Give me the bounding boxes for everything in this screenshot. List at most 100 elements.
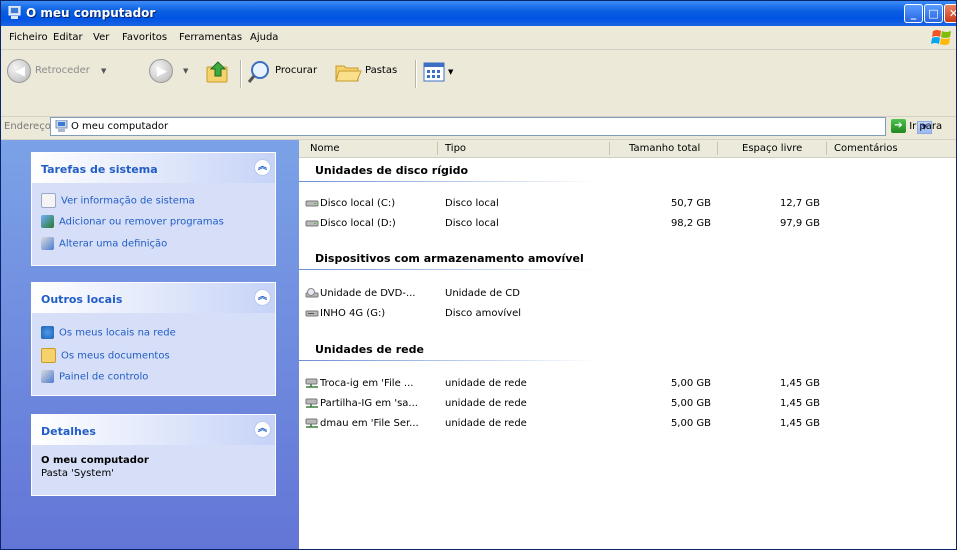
place-label: Os meus documentos — [61, 350, 170, 362]
minimize-button[interactable]: _ — [904, 4, 923, 23]
system-tasks-panel: Tarefas de sistema ︽ Ver informação de s… — [31, 152, 276, 266]
menu-ver[interactable]: Ver — [93, 32, 109, 43]
toolbar-separator — [240, 60, 242, 88]
drive-name[interactable]: Disco local (C:) — [305, 198, 395, 209]
drive-free-space: 97,9 GB — [779, 218, 820, 229]
network-drive-icon — [305, 398, 318, 408]
back-label: Retroceder — [35, 65, 90, 76]
column-divider[interactable] — [437, 142, 438, 155]
column-type[interactable]: Tipo — [445, 143, 466, 154]
drive-type: Disco local — [445, 218, 499, 229]
place-control-panel[interactable]: Painel de controlo — [41, 370, 148, 383]
dvd-drive-icon — [305, 288, 319, 298]
task-label: Ver informação de sistema — [61, 195, 195, 207]
control-panel-icon — [41, 237, 54, 250]
column-header: Nome Tipo Tamanho total Espaço livre Com… — [299, 140, 956, 158]
column-divider[interactable] — [826, 142, 827, 155]
drive-name[interactable]: Troca-ig em 'File ... — [305, 378, 413, 389]
views-button[interactable]: ▼ — [423, 59, 463, 85]
views-icon — [423, 62, 445, 82]
search-button[interactable]: Procurar — [247, 59, 325, 85]
back-button[interactable]: ◀ Retroceder ▼ — [5, 59, 135, 85]
drive-name-label: Partilha-IG em 'sa... — [320, 398, 418, 409]
drive-name[interactable]: Disco local (D:) — [305, 218, 396, 229]
maximize-icon: □ — [928, 7, 939, 20]
menu-ficheiro[interactable]: Ficheiro — [9, 32, 48, 43]
drive-type: Disco amovível — [445, 308, 522, 319]
menu-bar: Ficheiro Editar Ver Favoritos Ferramenta… — [1, 26, 956, 50]
group-network-drives: Unidades de rede — [315, 343, 424, 356]
folders-label: Pastas — [365, 65, 398, 76]
task-view-system-info[interactable]: Ver informação de sistema — [41, 193, 195, 208]
title-bar[interactable]: O meu computador _ □ ✕ — [1, 1, 956, 26]
file-list: Nome Tipo Tamanho total Espaço livre Com… — [299, 140, 956, 549]
menu-ajuda[interactable]: Ajuda — [250, 32, 278, 43]
magnifier-icon — [247, 61, 269, 83]
forward-button[interactable]: ▶ ▼ — [149, 59, 195, 85]
drive-free-space: 1,45 GB — [779, 378, 820, 389]
column-divider[interactable] — [609, 142, 610, 155]
group-divider — [299, 360, 599, 361]
drive-total-size: 5,00 GB — [670, 378, 711, 389]
place-label: Os meus locais na rede — [59, 327, 176, 339]
place-network[interactable]: Os meus locais na rede — [41, 326, 176, 339]
group-divider — [299, 269, 599, 270]
folder-icon — [335, 65, 362, 82]
drive-type: Disco local — [445, 198, 499, 209]
collapse-chevron-icon[interactable]: ︽ — [254, 421, 271, 438]
column-free-space[interactable]: Espaço livre — [742, 143, 802, 154]
back-arrow-icon: ◀ — [7, 59, 31, 83]
details-title: Detalhes — [41, 425, 96, 438]
window-title: O meu computador — [26, 6, 156, 20]
drive-type: unidade de rede — [445, 418, 527, 429]
place-documents[interactable]: Os meus documentos — [41, 348, 170, 363]
network-drive-icon — [305, 418, 318, 428]
drive-name-label: Troca-ig em 'File ... — [320, 378, 414, 389]
drive-name-label: dmau em 'File Ser... — [320, 418, 419, 429]
drive-total-size: 50,7 GB — [670, 198, 711, 209]
hard-disk-icon — [305, 200, 319, 207]
drive-free-space: 1,45 GB — [779, 418, 820, 429]
column-comments[interactable]: Comentários — [834, 143, 898, 154]
drive-name[interactable]: Partilha-IG em 'sa... — [305, 398, 418, 409]
maximize-button[interactable]: □ — [924, 4, 943, 23]
up-folder-button[interactable] — [205, 59, 233, 85]
address-field[interactable]: O meu computador ▼ — [50, 117, 932, 136]
collapse-chevron-icon[interactable]: ︽ — [254, 159, 271, 176]
network-places-icon — [41, 326, 54, 339]
system-tasks-header[interactable]: Tarefas de sistema ︽ — [32, 153, 275, 183]
task-add-remove-programs[interactable]: Adicionar ou remover programas — [41, 215, 224, 228]
column-total-size[interactable]: Tamanho total — [629, 143, 700, 154]
forward-arrow-icon: ▶ — [149, 59, 173, 83]
removable-disk-icon — [305, 310, 319, 317]
go-button[interactable]: ➔ Ir para — [891, 119, 942, 133]
drive-total-size: 98,2 GB — [670, 218, 711, 229]
drive-name[interactable]: dmau em 'File Ser... — [305, 418, 419, 429]
menu-favoritos[interactable]: Favoritos — [122, 32, 167, 43]
drive-name[interactable]: INHO 4G (G:) — [305, 308, 385, 319]
go-label: Ir para — [909, 121, 943, 132]
task-change-setting[interactable]: Alterar uma definição — [41, 237, 167, 250]
add-remove-programs-icon — [41, 215, 54, 228]
details-header[interactable]: Detalhes ︽ — [32, 415, 275, 445]
network-drive-icon — [305, 378, 318, 388]
drive-name-label: Unidade de DVD-... — [320, 288, 416, 299]
menu-editar[interactable]: Editar — [53, 32, 83, 43]
column-name[interactable]: Nome — [310, 143, 340, 154]
menu-ferramentas[interactable]: Ferramentas — [179, 32, 242, 43]
close-button[interactable]: ✕ — [944, 4, 956, 23]
drive-name[interactable]: Unidade de DVD-... — [305, 288, 415, 299]
folders-button[interactable]: Pastas — [334, 59, 410, 85]
close-icon: ✕ — [945, 5, 956, 22]
explorer-window: O meu computador _ □ ✕ Ficheiro Editar V… — [0, 0, 957, 550]
task-label: Adicionar ou remover programas — [59, 216, 224, 228]
drive-type: unidade de rede — [445, 378, 527, 389]
views-dropdown-icon[interactable]: ▼ — [448, 68, 453, 76]
collapse-chevron-icon[interactable]: ︽ — [254, 289, 271, 306]
drive-total-size: 5,00 GB — [670, 398, 711, 409]
column-divider[interactable] — [717, 142, 718, 155]
back-dropdown-icon[interactable]: ▼ — [101, 67, 106, 75]
other-places-header[interactable]: Outros locais ︽ — [32, 283, 275, 313]
details-panel: Detalhes ︽ O meu computador Pasta 'Syste… — [31, 414, 276, 496]
forward-dropdown-icon[interactable]: ▼ — [183, 67, 188, 75]
